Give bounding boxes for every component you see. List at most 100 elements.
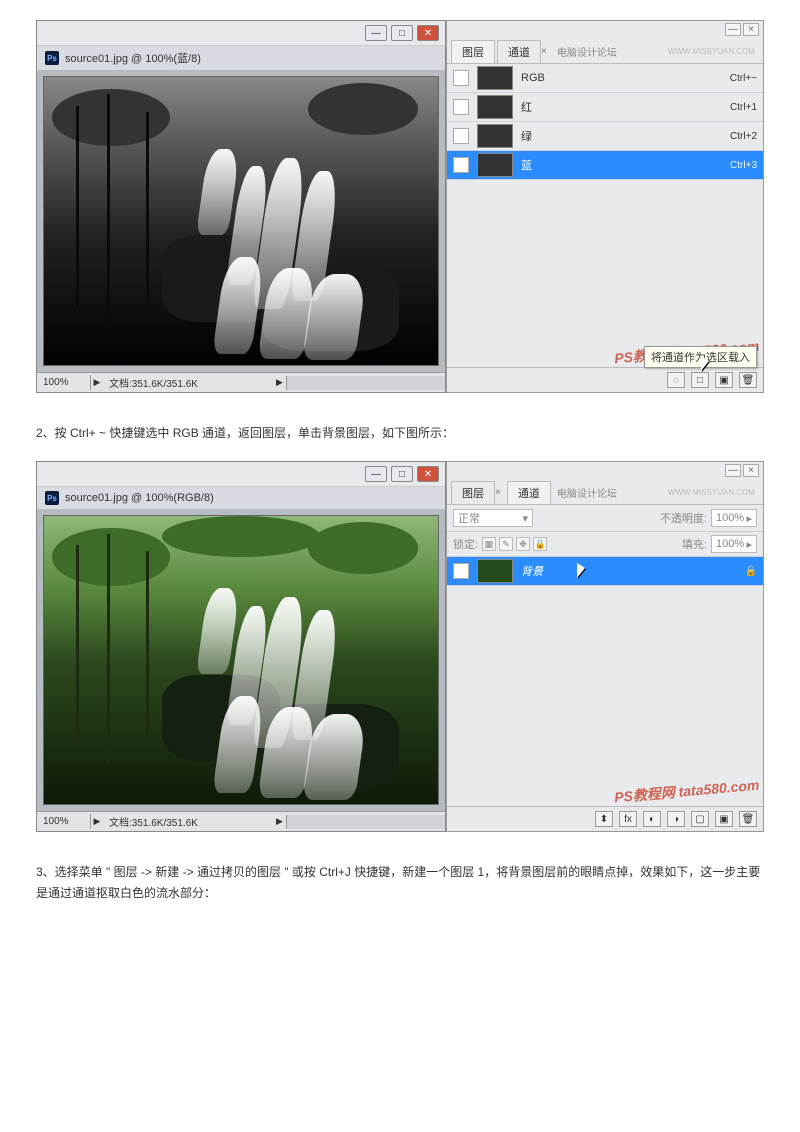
panel-close-icon[interactable]: × bbox=[743, 464, 759, 477]
panel-window-controls: — × bbox=[447, 21, 763, 38]
channel-thumbnail bbox=[477, 153, 513, 177]
window-titlebar-controls: — □ ✕ bbox=[37, 462, 445, 487]
status-arrow-icon[interactable]: ▶ bbox=[274, 816, 286, 827]
layer-row-background[interactable]: 👁 背景 🔒 bbox=[447, 557, 763, 586]
layer-style-icon[interactable]: fx bbox=[619, 811, 637, 827]
lock-position-icon[interactable]: ✥ bbox=[516, 537, 530, 551]
document-size-info: 文档:351.6K/351.6K bbox=[103, 812, 274, 831]
channel-row-rgb[interactable]: RGB Ctrl+~ bbox=[447, 64, 763, 93]
status-arrow-icon[interactable]: ▶ bbox=[91, 816, 103, 827]
window-minimize-button[interactable]: — bbox=[365, 466, 387, 482]
fill-input[interactable]: 100% ▸ bbox=[711, 535, 757, 553]
channel-thumbnail bbox=[477, 66, 513, 90]
panel-tab-strip: 图层 通道 × 电脑设计论坛 WWW.MISSYUAN.COM bbox=[447, 38, 763, 64]
channel-shortcut: Ctrl+2 bbox=[730, 131, 757, 142]
channel-row-green[interactable]: 绿 Ctrl+2 bbox=[447, 122, 763, 151]
panel-bottom-buttons: ⬍ fx ◐ ◑ ▢ ▣ 🗑 bbox=[447, 806, 763, 831]
opacity-label: 不透明度: bbox=[660, 510, 707, 526]
panel-window-controls: — × bbox=[447, 462, 763, 479]
status-arrow-icon[interactable]: ▶ bbox=[91, 377, 103, 388]
layer-mask-icon[interactable]: ◐ bbox=[643, 811, 661, 827]
image-canvas-bw-waterfall[interactable] bbox=[43, 76, 439, 366]
panel-minimize-icon[interactable]: — bbox=[725, 464, 741, 477]
chevron-right-icon: ▸ bbox=[746, 538, 752, 551]
load-channel-as-selection-icon[interactable]: ◌ bbox=[667, 372, 685, 388]
document-title: source01.jpg @ 100%(RGB/8) bbox=[65, 492, 214, 504]
lock-icon: 🔒 bbox=[745, 566, 757, 577]
channel-name: 蓝 bbox=[521, 157, 722, 173]
visibility-toggle[interactable] bbox=[453, 99, 469, 115]
panel-minimize-icon[interactable]: — bbox=[725, 23, 741, 36]
layer-group-icon[interactable]: ▢ bbox=[691, 811, 709, 827]
forum-watermark-text: 电脑设计论坛 bbox=[553, 44, 617, 59]
panel-bottom-buttons: ◌ □ ▣ 🗑 bbox=[447, 367, 763, 392]
canvas-window: — □ ✕ Ps source01.jpg @ 100%(蓝/8) bbox=[36, 20, 446, 393]
visibility-toggle[interactable] bbox=[453, 70, 469, 86]
tab-channels[interactable]: 通道 bbox=[507, 481, 551, 504]
channel-row-red[interactable]: 红 Ctrl+1 bbox=[447, 93, 763, 122]
window-close-button[interactable]: ✕ bbox=[417, 466, 439, 482]
cursor-icon bbox=[701, 356, 713, 372]
window-close-button[interactable]: ✕ bbox=[417, 25, 439, 41]
status-arrow-icon[interactable]: ▶ bbox=[274, 377, 286, 388]
panel-close-icon[interactable]: × bbox=[743, 23, 759, 36]
channel-name: RGB bbox=[521, 72, 722, 84]
tab-close-icon[interactable]: × bbox=[495, 487, 501, 498]
tab-channels[interactable]: 通道 bbox=[497, 40, 541, 63]
document-title: source01.jpg @ 100%(蓝/8) bbox=[65, 50, 201, 66]
document-title-bar: Ps source01.jpg @ 100%(RGB/8) bbox=[37, 487, 445, 509]
canvas-window: — □ ✕ Ps source01.jpg @ 100%(RGB/8) bbox=[36, 461, 446, 832]
chevron-right-icon: ▸ bbox=[746, 512, 752, 525]
horizontal-scrollbar[interactable] bbox=[286, 376, 446, 390]
layer-list: 👁 背景 🔒 bbox=[447, 557, 763, 806]
window-minimize-button[interactable]: — bbox=[365, 25, 387, 41]
lock-transparency-icon[interactable]: ▦ bbox=[482, 537, 496, 551]
layer-name: 背景 bbox=[521, 563, 737, 579]
channels-panel: — × 图层 通道 × 电脑设计论坛 WWW.MISSYUAN.COM RGB … bbox=[446, 20, 764, 393]
canvas-body bbox=[37, 70, 445, 372]
window-maximize-button[interactable]: □ bbox=[391, 25, 413, 41]
figure-2: — □ ✕ Ps source01.jpg @ 100%(RGB/8) bbox=[36, 461, 764, 832]
forum-url: WWW.MISSYUAN.COM bbox=[668, 47, 759, 56]
window-maximize-button[interactable]: □ bbox=[391, 466, 413, 482]
opacity-input[interactable]: 100% ▸ bbox=[711, 509, 757, 527]
channel-name: 绿 bbox=[521, 128, 722, 144]
tab-close-icon[interactable]: × bbox=[541, 46, 547, 57]
new-layer-icon[interactable]: ▣ bbox=[715, 811, 733, 827]
zoom-level[interactable]: 100% bbox=[37, 814, 91, 829]
channel-thumbnail bbox=[477, 95, 513, 119]
forum-watermark-text: 电脑设计论坛 bbox=[553, 485, 617, 500]
fill-value: 100% bbox=[716, 538, 744, 550]
blend-mode-row: 正常 ▾ 不透明度: 100% ▸ bbox=[447, 505, 763, 532]
delete-channel-icon[interactable]: 🗑 bbox=[739, 372, 757, 388]
tab-layers[interactable]: 图层 bbox=[451, 40, 495, 63]
lock-pixels-icon[interactable]: ✎ bbox=[499, 537, 513, 551]
document-size-info: 文档:351.6K/351.6K bbox=[103, 373, 274, 392]
step-2-text: 2、按 Ctrl+ ~ 快捷键选中 RGB 通道，返回图层，单击背景图层，如下图… bbox=[36, 423, 764, 443]
forum-url: WWW.MISSYUAN.COM bbox=[668, 488, 759, 497]
channel-shortcut: Ctrl+~ bbox=[730, 73, 757, 84]
adjustment-layer-icon[interactable]: ◑ bbox=[667, 811, 685, 827]
channel-row-blue[interactable]: 👁 蓝 Ctrl+3 bbox=[447, 151, 763, 180]
image-canvas-color-waterfall[interactable] bbox=[43, 515, 439, 805]
save-selection-as-channel-icon[interactable]: □ bbox=[691, 372, 709, 388]
zoom-level[interactable]: 100% bbox=[37, 375, 91, 390]
lock-all-icon[interactable]: 🔒 bbox=[533, 537, 547, 551]
new-channel-icon[interactable]: ▣ bbox=[715, 372, 733, 388]
link-layers-icon[interactable]: ⬍ bbox=[595, 811, 613, 827]
figure-1: — □ ✕ Ps source01.jpg @ 100%(蓝/8) bbox=[36, 20, 764, 393]
channel-shortcut: Ctrl+3 bbox=[730, 160, 757, 171]
visibility-toggle[interactable] bbox=[453, 128, 469, 144]
panel-tab-strip: 图层 × 通道 电脑设计论坛 WWW.MISSYUAN.COM bbox=[447, 479, 763, 505]
horizontal-scrollbar[interactable] bbox=[286, 815, 446, 829]
step-3-text: 3、选择菜单 " 图层 -> 新建 -> 通过拷贝的图层 " 或按 Ctrl+J… bbox=[36, 862, 764, 903]
blend-mode-value: 正常 bbox=[458, 510, 480, 526]
blend-mode-select[interactable]: 正常 ▾ bbox=[453, 509, 533, 527]
delete-layer-icon[interactable]: 🗑 bbox=[739, 811, 757, 827]
chevron-down-icon: ▾ bbox=[522, 512, 528, 525]
visibility-toggle[interactable]: 👁 bbox=[453, 563, 469, 579]
visibility-toggle[interactable]: 👁 bbox=[453, 157, 469, 173]
status-bar: 100% ▶ 文档:351.6K/351.6K ▶ bbox=[37, 811, 445, 831]
tab-layers[interactable]: 图层 bbox=[451, 481, 495, 504]
channel-thumbnail bbox=[477, 124, 513, 148]
